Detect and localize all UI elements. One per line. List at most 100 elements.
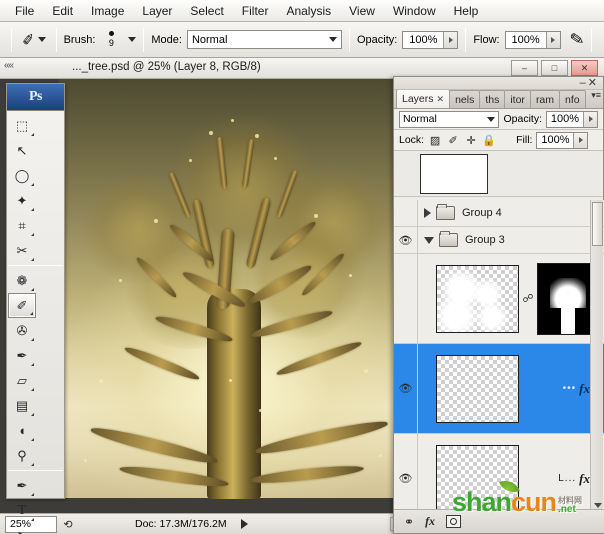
eraser-tool[interactable]: ▱ xyxy=(8,368,36,393)
scroll-down-icon[interactable] xyxy=(594,503,602,508)
fill-stepper[interactable] xyxy=(573,132,588,148)
current-tool-preset[interactable]: ✐ xyxy=(19,30,49,50)
menu-item-analysis[interactable]: Analysis xyxy=(277,2,340,20)
clone-stamp-tool[interactable]: ✇ xyxy=(8,318,36,343)
opacity-stepper[interactable] xyxy=(443,31,458,48)
visibility-cell[interactable]: 👁 xyxy=(394,227,418,253)
scrollbar-thumb[interactable] xyxy=(592,202,603,246)
menu-item-view[interactable]: View xyxy=(340,2,384,20)
menu-item-edit[interactable]: Edit xyxy=(43,2,82,20)
layer-list-scrollbar[interactable] xyxy=(590,200,603,511)
visibility-cell[interactable] xyxy=(394,200,418,226)
artwork-golden-tree[interactable] xyxy=(59,79,408,499)
eye-icon-hidden[interactable] xyxy=(398,208,413,219)
tab-layers[interactable]: Layers ✕ xyxy=(396,89,451,108)
visibility-cell[interactable]: 👁 xyxy=(394,434,418,511)
minimize-button[interactable]: – xyxy=(511,60,538,76)
opacity-field[interactable]: 100% xyxy=(402,30,459,49)
menu-item-file[interactable]: File xyxy=(6,2,43,20)
brush-picker-chevron-icon[interactable] xyxy=(128,37,137,42)
menu-item-filter[interactable]: Filter xyxy=(233,2,278,20)
close-button[interactable]: ✕ xyxy=(571,60,598,76)
eye-icon[interactable]: 👁 xyxy=(398,473,413,485)
panel-opacity-value: 100% xyxy=(547,111,583,127)
dodge-tool[interactable]: ⚲ xyxy=(8,443,36,468)
panel-title-bar[interactable]: –✕ xyxy=(394,77,603,90)
tool-preset-chevron-icon[interactable] xyxy=(37,37,46,42)
fill-field[interactable]: 100% xyxy=(536,131,589,149)
tab-paths[interactable]: ths xyxy=(479,90,506,108)
tab-channels[interactable]: nels xyxy=(449,90,481,108)
layer-list[interactable]: Group 4 👁 Group 3 ☍ 👁 ••• fx 👁 L... fx xyxy=(394,200,604,511)
menu-item-select[interactable]: Select xyxy=(181,2,232,20)
eye-icon[interactable]: 👁 xyxy=(398,235,413,247)
magic-wand-tool[interactable]: ✦ xyxy=(8,188,36,213)
menu-item-help[interactable]: Help xyxy=(445,2,488,20)
slice-tool[interactable]: ✂ xyxy=(8,238,36,263)
panel-opacity-field[interactable]: 100% xyxy=(546,110,598,128)
type-tool[interactable]: T xyxy=(8,498,36,523)
play-arrow-icon[interactable] xyxy=(240,519,248,529)
tab-info[interactable]: nfo xyxy=(559,90,586,108)
brush-size-value: 9 xyxy=(108,38,114,48)
maximize-button[interactable]: □ xyxy=(541,60,568,76)
tool-grid: ⬚ ↖ ◯ ✦ ⌗ ✂ ❁ ✐ ✇ ✒ ▱ ▤ ◖ ⚲ ✒ T ➤ ⬭ 🖹 ⚙ … xyxy=(7,111,64,534)
link-mask-icon[interactable]: ☍ xyxy=(522,290,534,308)
collapse-panel-icon[interactable]: «« xyxy=(4,60,24,75)
brush-preset-picker[interactable]: 9 xyxy=(100,27,122,53)
layer-blend-mode-select[interactable]: Normal xyxy=(399,110,500,128)
layer-style-fx-icon[interactable]: fx xyxy=(579,381,590,397)
blend-mode-select[interactable]: Normal xyxy=(186,30,342,49)
top-layer-preview-row[interactable] xyxy=(394,151,603,197)
brush-tool-icon: ✐ xyxy=(20,30,36,50)
layer-row-selected[interactable]: 👁 ••• fx xyxy=(394,344,604,434)
menu-item-window[interactable]: Window xyxy=(384,2,445,20)
layer-style-fx-icon[interactable]: fx xyxy=(425,514,435,529)
panel-minimize-close-icons[interactable]: –✕ xyxy=(580,76,599,89)
photoshop-logo: Ps xyxy=(7,84,64,111)
panel-opacity-stepper[interactable] xyxy=(583,111,597,127)
path-selection-tool[interactable]: ➤ xyxy=(8,523,36,534)
layer-row-group4[interactable]: Group 4 xyxy=(394,200,604,227)
history-brush-tool[interactable]: ✒ xyxy=(8,343,36,368)
flow-stepper[interactable] xyxy=(545,31,560,48)
blur-tool[interactable]: ◖ xyxy=(8,418,36,443)
rectangular-marquee-tool[interactable]: ⬚ xyxy=(8,113,36,138)
menu-item-layer[interactable]: Layer xyxy=(133,2,181,20)
layer-row-masked[interactable]: ☍ xyxy=(394,254,604,344)
layer-thumbnail-white[interactable] xyxy=(420,153,488,194)
lock-image-icon[interactable]: ✐ xyxy=(446,133,460,147)
airbrush-icon[interactable]: ✎ xyxy=(568,28,586,50)
menu-item-image[interactable]: Image xyxy=(82,2,133,20)
healing-brush-tool[interactable]: ❁ xyxy=(8,268,36,293)
flow-field[interactable]: 100% xyxy=(504,30,561,49)
brush-tool[interactable]: ✐ xyxy=(8,293,36,318)
layer-thumbnail[interactable] xyxy=(436,354,519,423)
tab-histogram[interactable]: ram xyxy=(529,90,561,108)
lock-position-icon[interactable]: ✛ xyxy=(464,133,478,147)
tab-navigator[interactable]: itor xyxy=(504,90,531,108)
lasso-tool[interactable]: ◯ xyxy=(8,163,36,188)
mode-label: Mode: xyxy=(151,33,182,46)
layer-row-group3[interactable]: 👁 Group 3 xyxy=(394,227,604,254)
close-icon[interactable]: ✕ xyxy=(437,94,445,105)
layer-thumbnail[interactable] xyxy=(436,264,519,333)
visibility-cell[interactable] xyxy=(394,254,418,343)
gradient-tool[interactable]: ▤ xyxy=(8,393,36,418)
layer-name: Group 3 xyxy=(465,234,505,246)
link-layers-icon[interactable]: ⚭ xyxy=(404,515,414,529)
visibility-cell[interactable]: 👁 xyxy=(394,344,418,433)
eye-icon-hidden[interactable] xyxy=(398,293,413,304)
lock-all-icon[interactable]: 🔒 xyxy=(482,133,496,147)
chevron-right-icon[interactable] xyxy=(424,208,431,218)
panel-menu-icon[interactable]: ▾≡ xyxy=(591,91,601,100)
eye-icon[interactable]: 👁 xyxy=(398,383,413,395)
chevron-down-icon[interactable] xyxy=(424,236,434,244)
document-title: ..._tree.psd @ 25% (Layer 8, RGB/8) xyxy=(72,61,261,73)
pen-tool[interactable]: ✒ xyxy=(8,473,36,498)
crop-tool[interactable]: ⌗ xyxy=(8,213,36,238)
layer-style-fx-icon[interactable]: fx xyxy=(579,471,590,487)
watermark-text-green: shan xyxy=(452,487,512,517)
lock-transparency-icon[interactable]: ▨ xyxy=(428,133,442,147)
move-tool[interactable]: ↖ xyxy=(8,138,36,163)
